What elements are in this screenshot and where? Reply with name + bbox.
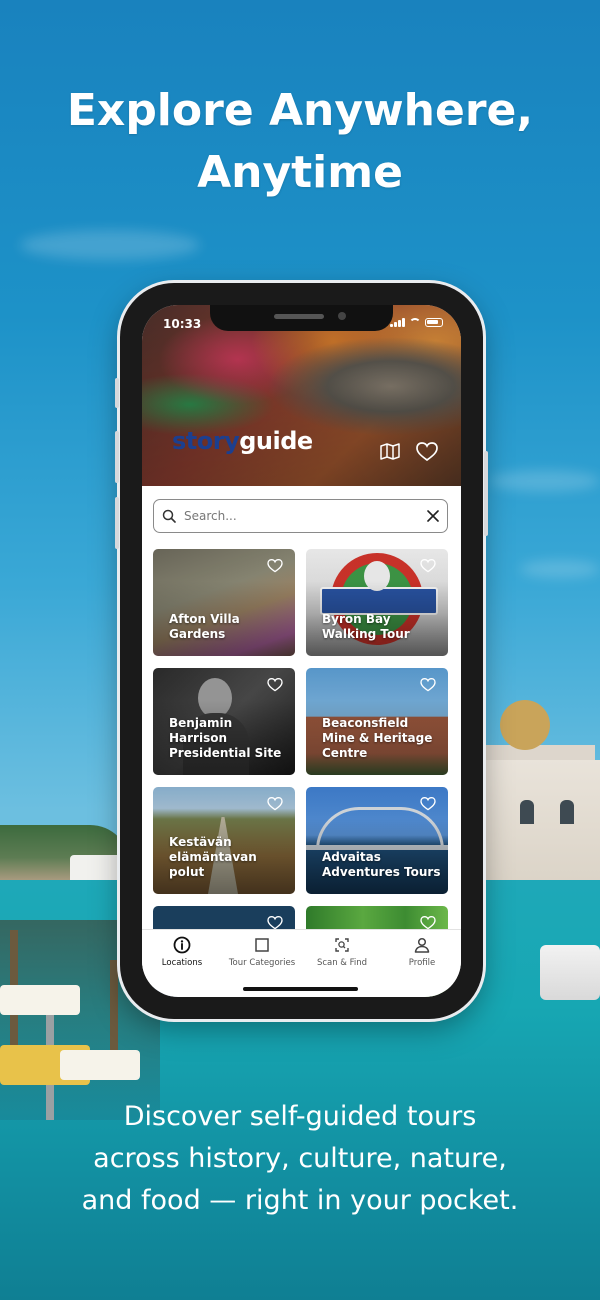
tab-label: Locations [161, 958, 203, 968]
tab-label: Tour Categories [228, 958, 296, 968]
signal-icon [390, 318, 405, 327]
ferry-right [540, 945, 600, 1000]
tour-card[interactable]: Advaitas Adventures Tours [306, 787, 448, 894]
favorite-heart-icon[interactable] [267, 796, 285, 812]
favorite-heart-icon[interactable] [420, 677, 438, 693]
tower-globe [500, 700, 550, 750]
tour-card-title: Kestävän elämäntavan polut [169, 835, 257, 879]
person-icon [414, 937, 430, 953]
headline-line-1: Explore Anywhere, [66, 85, 534, 136]
wifi-icon [409, 318, 421, 327]
clear-search-icon[interactable] [427, 510, 439, 522]
favorite-heart-icon[interactable] [267, 677, 285, 693]
tour-card[interactable]: Beaconsfield Mine & Heritage Centre [306, 668, 448, 775]
info-icon [173, 936, 191, 954]
tour-card-title: Afton Villa Gardens [169, 612, 240, 641]
tour-card[interactable]: Benjamin Harrison Presidential Site [153, 668, 295, 775]
headline: Explore Anywhere, Anytime [0, 80, 600, 204]
headline-line-2: Anytime [197, 147, 403, 198]
tour-card[interactable]: Afton Villa Gardens [153, 549, 295, 656]
home-indicator [243, 987, 358, 991]
battery-icon [425, 318, 443, 327]
tour-card-title: Beaconsfield Mine & Heritage Centre [322, 716, 433, 760]
phone-notch [210, 305, 393, 331]
tour-card-title: Byron Bay Walking Tour [322, 612, 410, 641]
status-icons [390, 318, 443, 327]
tab-tour-categories[interactable]: Tour Categories [222, 936, 302, 968]
app-screen: 10:33 storyguide Afton Villa Gardens [142, 305, 461, 997]
tour-card[interactable]: Kestävän elämäntavan polut [153, 787, 295, 894]
status-time: 10:33 [163, 317, 202, 331]
phone-mockup: 10:33 storyguide Afton Villa Gardens [115, 283, 488, 1019]
tab-profile[interactable]: Profile [382, 936, 461, 968]
favorite-heart-icon[interactable] [267, 558, 285, 574]
map-icon[interactable] [379, 441, 401, 465]
subtext-line-1: Discover self-guided tours [123, 1101, 477, 1132]
search-icon [162, 509, 176, 523]
favorites-heart-icon[interactable] [416, 442, 438, 466]
subtext-line-3: and food — right in your pocket. [81, 1185, 519, 1216]
scan-icon [335, 938, 349, 952]
tab-scan-find[interactable]: Scan & Find [302, 936, 382, 968]
tour-card-title: Benjamin Harrison Presidential Site [169, 716, 282, 760]
tab-label: Profile [408, 958, 436, 968]
tour-card-title: Advaitas Adventures Tours [322, 850, 441, 879]
square-icon [255, 938, 269, 952]
search-bar[interactable] [153, 499, 448, 533]
subtext: Discover self-guided tours across histor… [40, 1096, 560, 1222]
tour-card[interactable]: Byron Bay Walking Tour [306, 549, 448, 656]
search-input[interactable] [182, 508, 421, 524]
tab-label: Scan & Find [316, 958, 368, 968]
app-logo: storyguide [172, 427, 313, 455]
hero-banner [142, 305, 461, 486]
subtext-line-2: across history, culture, nature, [93, 1143, 507, 1174]
tab-locations[interactable]: Locations [142, 936, 222, 968]
favorite-heart-icon[interactable] [420, 558, 438, 574]
bottom-tab-bar: Locations Tour Categories Scan & Find Pr… [142, 929, 461, 997]
favorite-heart-icon[interactable] [420, 796, 438, 812]
